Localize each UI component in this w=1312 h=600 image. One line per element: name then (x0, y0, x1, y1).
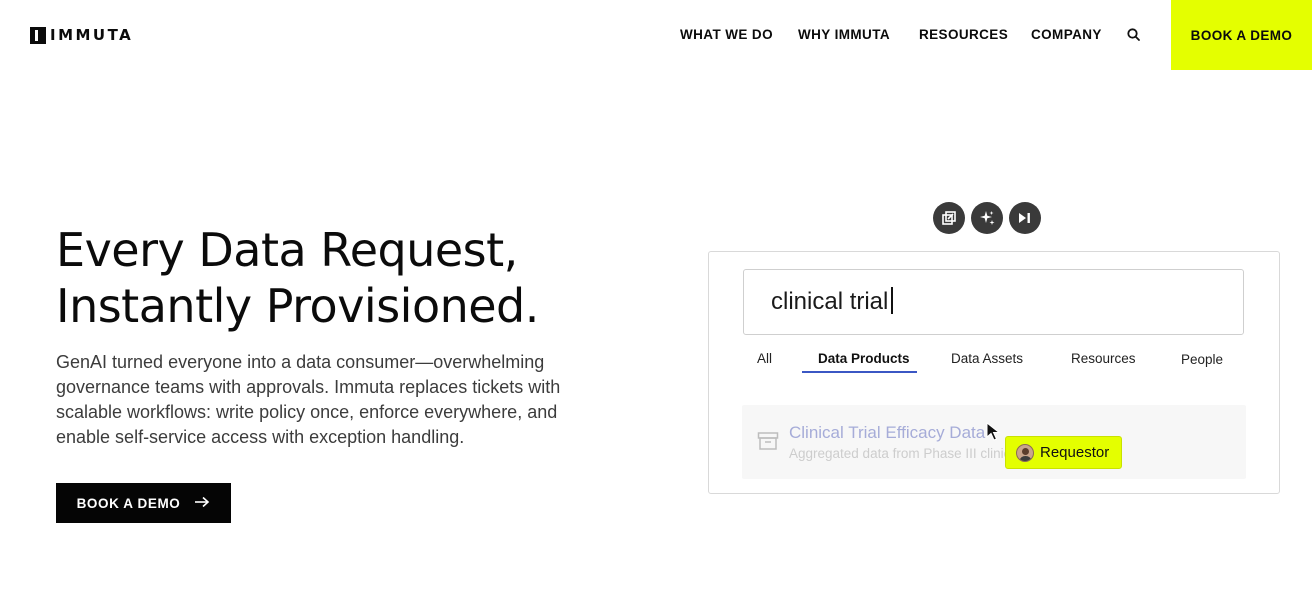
tab-all[interactable]: All (757, 351, 772, 366)
book-demo-label: BOOK A DEMO (76, 495, 181, 511)
nav-item-what-we-do[interactable]: WHAT WE DO (680, 27, 773, 42)
hero-description: GenAI turned everyone into a data consum… (56, 352, 561, 447)
result-title: Clinical Trial Efficacy Data (789, 423, 986, 442)
sparkles-icon[interactable] (971, 202, 1003, 234)
requestor-badge: Requestor (1005, 436, 1122, 469)
mouse-cursor-icon (986, 421, 1002, 442)
logo-mark-icon (30, 26, 46, 44)
tab-data-products[interactable]: Data Products (818, 351, 910, 366)
open-external-icon[interactable] (933, 202, 965, 234)
nav-item-company[interactable]: COMPANY (1031, 27, 1102, 42)
tab-resources[interactable]: Resources (1071, 351, 1136, 366)
user-avatar (1016, 443, 1034, 462)
active-tab-indicator (802, 371, 917, 373)
book-demo-header-button[interactable]: BOOK A DEMO (1171, 0, 1312, 70)
nav-item-resources[interactable]: RESOURCES (919, 27, 1008, 42)
site-header: IMMUTA WHAT WE DO WHY IMMUTA RESOURCES C… (0, 0, 1312, 70)
brand-name: IMMUTA (50, 26, 134, 44)
tab-data-assets[interactable]: Data Assets (951, 351, 1023, 366)
text-caret (891, 287, 894, 314)
search-icon[interactable] (1126, 27, 1142, 43)
nav-item-why-immuta[interactable]: WHY IMMUTA (798, 27, 890, 42)
requestor-label: Requestor (1040, 444, 1110, 461)
hero-headline: Every Data Request, Instantly Provisione… (56, 222, 616, 334)
hero-headline-line-2: Instantly Provisioned. (56, 279, 539, 333)
hero-headline-line-1: Every Data Request, (56, 223, 518, 277)
arrow-right-icon (194, 496, 210, 511)
skip-forward-icon[interactable] (1009, 202, 1041, 234)
tab-people[interactable]: People (1181, 352, 1223, 367)
brand-logo[interactable]: IMMUTA (30, 26, 133, 44)
search-input-value: clinical trial (771, 287, 894, 317)
archive-box-icon (757, 431, 779, 451)
book-demo-button[interactable]: BOOK A DEMO (56, 483, 231, 523)
